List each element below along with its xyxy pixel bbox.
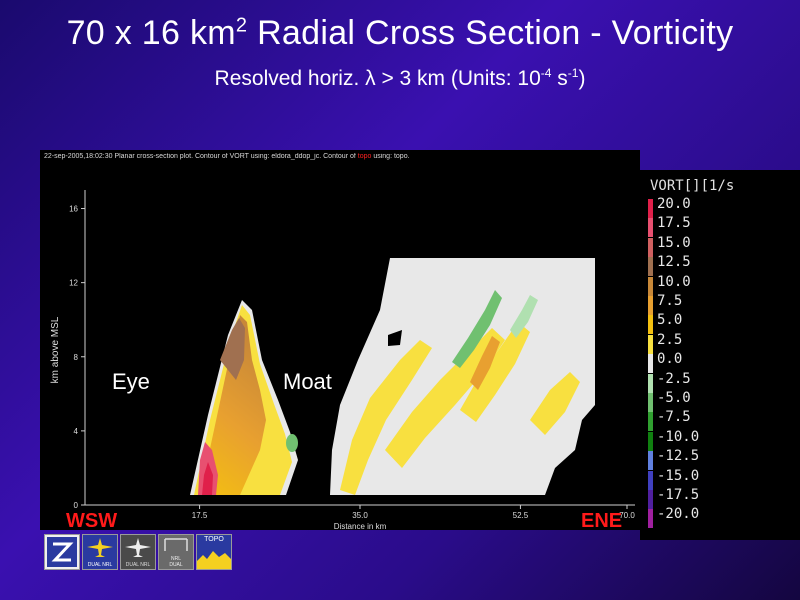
aircraft-dual-nrl-gray-icon[interactable]: DUAL NRL: [120, 534, 156, 570]
legend-label: -15.0: [657, 467, 700, 484]
direction-west-label: WSW: [66, 510, 118, 532]
slide-subtitle: Resolved horiz. λ > 3 km (Units: 10-4 s-…: [214, 66, 586, 90]
terrain-glyph-icon: [197, 551, 231, 569]
bracket-glyph-icon: [164, 538, 188, 551]
legend-label: -20.0: [657, 506, 700, 523]
legend-swatch: [648, 393, 653, 412]
legend-swatch: [648, 276, 653, 296]
vorticity-cross-section-chart: Eye Moat Distance in km km above MSL 17.…: [50, 190, 635, 530]
x-tick-label: 52.5: [513, 511, 529, 520]
legend-label: 15.0: [657, 234, 691, 251]
legend-label: 20.0: [657, 196, 691, 212]
legend-label: 2.5: [657, 331, 683, 348]
slide-title: 70 x 16 km2 Radial Cross Section - Vorti…: [66, 14, 734, 52]
airplane-white-icon: [125, 538, 151, 557]
y-tick-label: 0: [74, 501, 79, 510]
legend-label: 12.5: [657, 254, 691, 271]
legend-swatch: [648, 490, 653, 509]
legend-label: 7.5: [657, 293, 683, 309]
direction-east-label: ENE: [581, 510, 623, 532]
nrl-dual-icon[interactable]: NRL DUAL: [158, 534, 194, 570]
legend-swatch: [648, 199, 653, 218]
legend-label: -17.5: [657, 487, 700, 503]
y-tick-label: 8: [74, 353, 79, 362]
legend-swatch: [648, 431, 653, 451]
x-axis-title: Distance in km: [334, 522, 387, 530]
legend-label: -2.5: [657, 370, 691, 387]
legend-label: -7.5: [657, 409, 691, 426]
moat-annotation: Moat: [283, 369, 332, 394]
legend-label: 17.5: [657, 215, 691, 232]
aircraft-dual-nrl-icon[interactable]: DUAL NRL: [82, 534, 118, 570]
y-ticks: 0 4 8 12 16: [69, 205, 85, 510]
legend-swatch: [648, 373, 653, 393]
legend-swatch: [648, 296, 653, 315]
y-axis-title: km above MSL: [50, 316, 61, 383]
topo-icon[interactable]: TOPO: [196, 534, 232, 570]
legend-swatch: [648, 237, 653, 257]
legend-swatch: [648, 470, 653, 490]
y-tick-label: 12: [69, 279, 78, 288]
rainband-region: [330, 258, 595, 495]
legend-label: -12.5: [657, 448, 700, 465]
legend-swatch: [648, 257, 653, 277]
legend-swatch: [648, 315, 653, 335]
legend-swatch: [648, 218, 653, 238]
legend-label: 0.0: [657, 351, 683, 368]
y-tick-label: 16: [69, 205, 78, 214]
legend-swatch: [648, 509, 653, 529]
x-ticks: 17.5 35.0 52.5 70.0: [192, 505, 635, 520]
topo-label: TOPO: [204, 536, 224, 543]
color-legend: VORT[][1/s 20.0 17.5 15.0 12.5 10.0 7.5 5.0 2.5…: [640, 170, 800, 540]
z-glyph-icon: [47, 537, 77, 567]
airplane-yellow-icon: [87, 538, 113, 557]
legend-label: -5.0: [657, 390, 691, 406]
legend-swatch: [648, 412, 653, 432]
legend-title: VORT[][1/s: [650, 178, 735, 194]
legend-swatch: [648, 334, 653, 354]
z-logo-icon[interactable]: [44, 534, 80, 570]
legend-swatch: [648, 451, 653, 471]
x-tick-label: 17.5: [192, 511, 208, 520]
moat-negative-patch: [286, 434, 298, 452]
legend-label: -10.0: [657, 428, 700, 445]
legend-swatch: [648, 354, 653, 374]
eye-annotation: Eye: [112, 369, 150, 394]
legend-label: 10.0: [657, 273, 691, 290]
y-tick-label: 4: [74, 427, 79, 436]
x-tick-label: 35.0: [352, 511, 368, 520]
eyewall-region: [190, 300, 298, 495]
legend-label: 5.0: [657, 312, 683, 329]
